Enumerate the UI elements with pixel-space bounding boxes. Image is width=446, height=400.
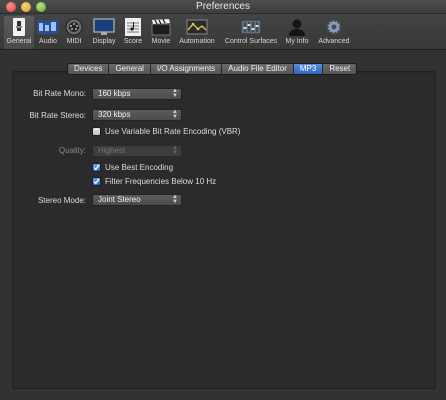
filter-label: Filter Frequencies Below 10 Hz xyxy=(105,176,217,186)
toolbar-item-general[interactable]: General xyxy=(4,16,34,49)
tab-general[interactable]: General xyxy=(109,64,151,74)
automation-curve-icon xyxy=(186,17,208,37)
toolbar-item-movie[interactable]: Movie xyxy=(148,16,174,49)
tab-audio-file-editor[interactable]: Audio File Editor xyxy=(222,64,294,74)
toolbar-item-score[interactable]: Score xyxy=(121,16,145,49)
score-sheet-icon xyxy=(122,17,144,37)
quality-value: Highest xyxy=(98,146,126,155)
popup-arrows-icon: ▲ ▼ xyxy=(172,194,178,205)
tab-io-assignments[interactable]: I/O Assignments xyxy=(151,64,223,74)
midi-connector-icon xyxy=(63,17,85,37)
bit-rate-stereo-value: 320 kbps xyxy=(98,110,131,119)
popup-arrows-icon: ▲ ▼ xyxy=(172,88,178,99)
gear-icon xyxy=(323,17,345,37)
vbr-checkbox-row[interactable]: Use Variable Bit Rate Encoding (VBR) xyxy=(92,126,240,136)
stereo-mode-label: Stereo Mode: xyxy=(37,196,86,205)
popup-arrows-icon: ▲ ▼ xyxy=(172,145,178,156)
preferences-tab-bar: Devices General I/O Assignments Audio Fi… xyxy=(67,63,358,75)
bit-rate-stereo-popup[interactable]: 320 kbps ▲ ▼ xyxy=(92,109,182,121)
bit-rate-mono-popup[interactable]: 160 kbps ▲ ▼ xyxy=(92,88,182,100)
vbr-label: Use Variable Bit Rate Encoding (VBR) xyxy=(105,126,241,136)
stereo-mode-popup[interactable]: Joint Stereo ▲ ▼ xyxy=(92,194,182,206)
bit-rate-stereo-label: Bit Rate Stereo: xyxy=(29,111,86,120)
toolbar-item-my-info[interactable]: My Info xyxy=(283,16,311,49)
title-bar: Preferences xyxy=(0,0,446,14)
general-icon xyxy=(8,17,30,37)
window-title: Preferences xyxy=(196,1,250,12)
quality-label: Quality: xyxy=(58,146,86,155)
preferences-window: Preferences General Audio MIDI Display S… xyxy=(0,0,446,400)
stereo-mode-value: Joint Stereo xyxy=(98,195,141,204)
filter-checkbox-row[interactable]: Filter Frequencies Below 10 Hz xyxy=(92,176,216,186)
checkmark-icon xyxy=(93,178,100,185)
control-surface-icon xyxy=(240,17,262,37)
toolbar-item-automation[interactable]: Automation xyxy=(176,16,218,49)
best-encoding-label: Use Best Encoding xyxy=(105,162,174,172)
user-silhouette-icon xyxy=(286,17,308,37)
vbr-checkbox[interactable] xyxy=(92,126,101,136)
toolbar-item-advanced[interactable]: Advanced xyxy=(315,16,353,49)
tab-devices[interactable]: Devices xyxy=(68,64,110,74)
preferences-toolbar: General Audio MIDI Display Score Movie A… xyxy=(0,14,446,50)
popup-arrows-icon: ▲ ▼ xyxy=(172,109,178,120)
audio-icon xyxy=(37,17,59,37)
bit-rate-mono-value: 160 kbps xyxy=(98,89,131,98)
toolbar-item-display[interactable]: Display xyxy=(89,16,119,49)
checkmark-icon xyxy=(93,164,100,171)
tab-reset[interactable]: Reset xyxy=(323,64,356,74)
display-monitor-icon xyxy=(93,17,115,37)
clapperboard-icon xyxy=(150,17,172,37)
best-encoding-checkbox[interactable] xyxy=(92,162,101,172)
quality-popup: Highest ▲ ▼ xyxy=(92,145,182,157)
bit-rate-mono-label: Bit Rate Mono: xyxy=(33,89,86,98)
tab-mp3[interactable]: MP3 xyxy=(293,64,324,74)
filter-checkbox[interactable] xyxy=(92,176,101,186)
best-encoding-checkbox-row[interactable]: Use Best Encoding xyxy=(92,162,173,172)
toolbar-item-audio[interactable]: Audio xyxy=(36,16,60,49)
toolbar-item-midi[interactable]: MIDI xyxy=(63,16,85,49)
toolbar-item-control-surfaces[interactable]: Control Surfaces xyxy=(222,16,280,49)
